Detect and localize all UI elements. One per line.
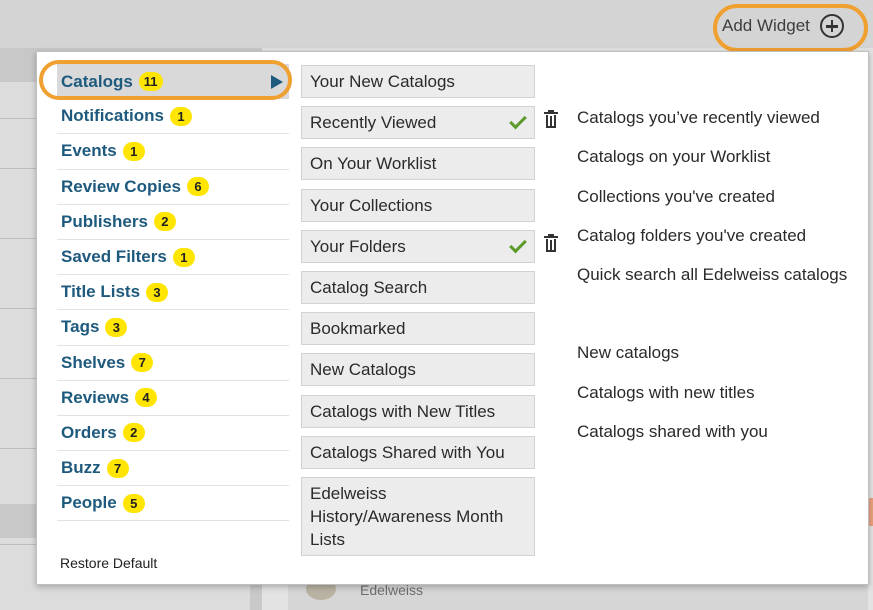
add-widget-button[interactable]: Add Widget <box>722 10 844 42</box>
nav-item-tags[interactable]: Tags 3 <box>57 310 289 346</box>
nav-item-buzz[interactable]: Buzz 7 <box>57 451 289 487</box>
widget-option-label: Catalogs with New Titles <box>310 401 496 421</box>
nav-item-people[interactable]: People 5 <box>57 486 289 522</box>
count-badge: 3 <box>105 317 128 337</box>
nav-item-label: Title Lists <box>61 282 141 302</box>
widget-option[interactable]: Catalogs Shared with You <box>301 435 535 469</box>
nav-item-catalogs[interactable]: Catalogs 11 <box>57 64 289 100</box>
trash-icon[interactable] <box>544 110 558 129</box>
trash-icon[interactable] <box>544 233 558 253</box>
widget-option-label: New Catalogs <box>310 360 416 380</box>
widget-option-label: Bookmarked <box>310 319 406 339</box>
count-badge: 1 <box>172 247 195 267</box>
widget-option[interactable]: Edelweiss History/Awareness Month Lists <box>301 476 535 556</box>
nav-item-title-lists[interactable]: Title Lists 3 <box>57 275 289 311</box>
widget-description: Catalog folders you've created <box>577 225 807 245</box>
widget-option-label: Your New Catalogs <box>310 72 455 91</box>
nav-item-shelves[interactable]: Shelves 7 <box>57 346 289 381</box>
widget-option-label: Catalog Search <box>310 277 428 297</box>
nav-item-label: Events <box>61 141 117 161</box>
widget-description: New catalogs <box>577 343 680 363</box>
nav-item-label: Notifications <box>61 106 164 126</box>
widget-option-label: Catalogs Shared with You <box>310 442 505 462</box>
count-badge: 1 <box>169 106 192 126</box>
nav-item-reviews[interactable]: Reviews 4 <box>57 381 289 416</box>
widget-description: Collections you've created <box>577 186 775 206</box>
checkmark-icon <box>509 111 527 130</box>
count-badge: 11 <box>138 72 163 92</box>
widget-option-label: On Your Worklist <box>310 154 437 174</box>
count-badge: 7 <box>106 458 129 478</box>
widget-description: Catalogs on your Worklist <box>577 147 771 167</box>
nav-item-label: Buzz <box>61 458 101 478</box>
count-badge: 6 <box>187 177 209 197</box>
add-widget-panel: Catalogs 11 Notifications 1 Events 1 Review Co… <box>36 51 869 585</box>
nav-item-events[interactable]: Events 1 <box>57 134 289 170</box>
nav-item-label: Shelves <box>61 352 126 372</box>
nav-item-label: Saved Filters <box>61 247 167 267</box>
widget-option[interactable]: Catalogs with New Titles <box>301 394 535 428</box>
widget-option[interactable]: Recently Viewed <box>301 106 558 140</box>
nav-item-label: Publishers <box>61 211 148 231</box>
widget-description: Quick search all Edelweiss catalogs <box>577 265 848 284</box>
count-badge: 5 <box>122 493 145 513</box>
count-badge: 2 <box>122 423 145 443</box>
add-widget-label: Add Widget <box>722 16 810 35</box>
nav-item-review-copies[interactable]: Review Copies 6 <box>57 170 289 205</box>
widget-option-label: Your Collections <box>310 195 433 215</box>
widget-option[interactable]: Your Folders <box>301 229 558 263</box>
widget-option[interactable]: Your New Catalogs <box>301 65 535 98</box>
nav-item-label: People <box>61 493 117 513</box>
nav-item-saved-filters[interactable]: Saved Filters 1 <box>57 240 289 276</box>
nav-item-label: Review Copies <box>61 176 181 196</box>
count-badge: 4 <box>135 388 158 408</box>
widget-option[interactable]: On Your Worklist <box>301 147 535 181</box>
checkmark-icon <box>509 235 527 254</box>
nav-item-notifications[interactable]: Notifications 1 <box>57 99 289 135</box>
restore-default-link[interactable]: Restore Default <box>60 555 157 571</box>
count-badge: 2 <box>153 212 176 232</box>
widget-description: Catalogs you’ve recently viewed <box>577 108 820 128</box>
count-badge: 3 <box>146 282 169 302</box>
nav-item-orders[interactable]: Orders 2 <box>57 416 289 452</box>
widget-category-nav: Catalogs 11 Notifications 1 Events 1 Review Co… <box>57 64 289 522</box>
widget-option[interactable]: Bookmarked <box>301 312 535 346</box>
plus-circle-icon[interactable] <box>819 14 844 38</box>
widget-option-label: Recently Viewed <box>310 113 437 133</box>
nav-item-label: Catalogs <box>61 71 133 91</box>
nav-item-label: Tags <box>61 317 100 337</box>
widget-option-label: Edelweiss History/Awareness Month Lists <box>310 483 504 549</box>
widget-option[interactable]: Catalog Search <box>301 270 535 304</box>
count-badge: 1 <box>122 141 145 161</box>
play-arrow-icon <box>271 74 283 89</box>
widget-list: Your New Catalogs Recently Viewed On Your … <box>301 65 558 564</box>
nav-item-publishers[interactable]: Publishers 2 <box>57 205 289 240</box>
count-badge: 7 <box>131 353 154 373</box>
widget-description: Catalogs with new titles <box>577 382 755 402</box>
nav-item-label: Orders <box>61 422 117 442</box>
widget-option[interactable]: New Catalogs <box>301 353 535 387</box>
widget-option-label: Your Folders <box>310 236 406 256</box>
widget-description: Catalogs shared with you <box>577 421 768 441</box>
widget-option[interactable]: Your Collections <box>301 188 535 222</box>
nav-item-label: Reviews <box>61 387 130 407</box>
